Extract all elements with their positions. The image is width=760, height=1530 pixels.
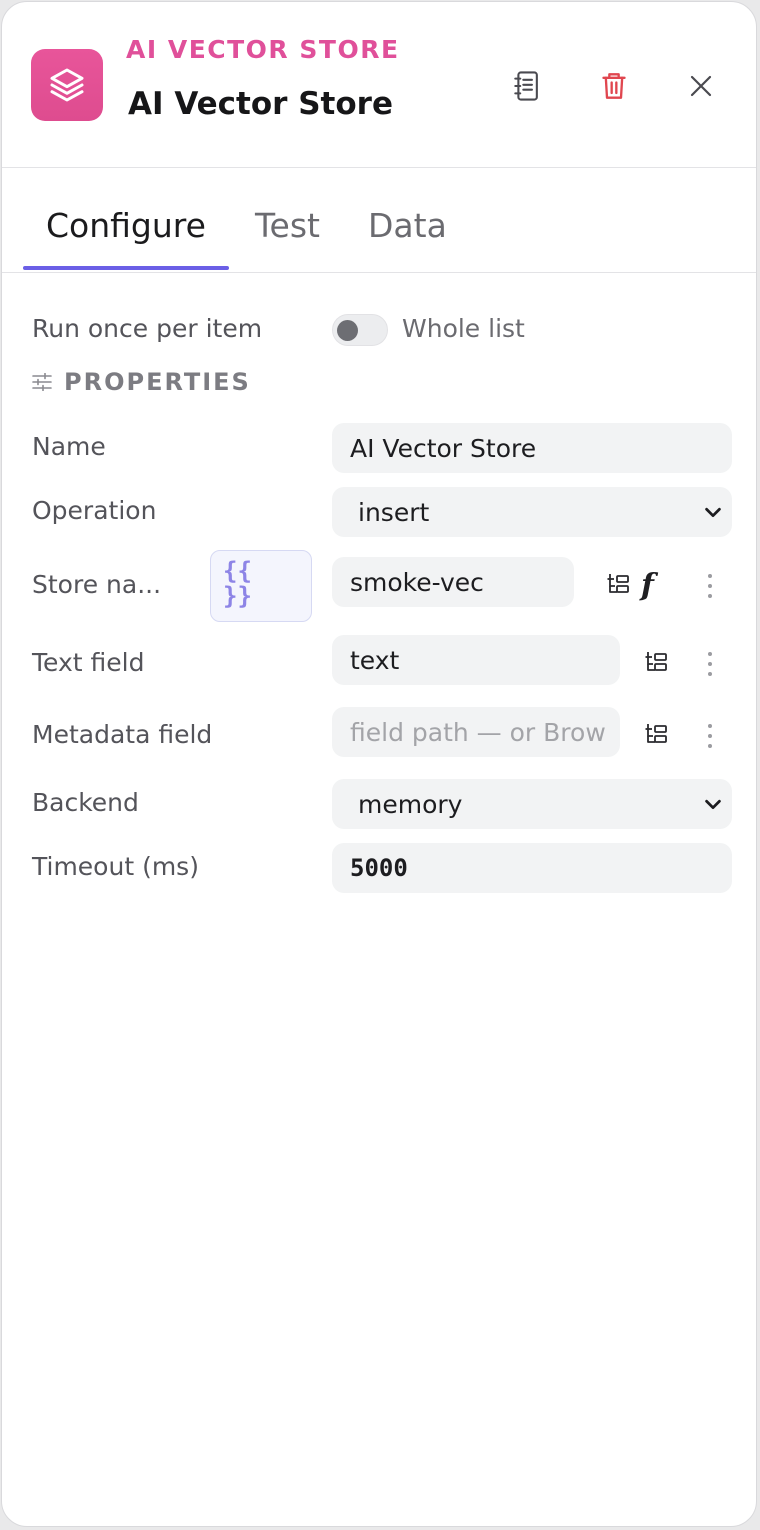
store-name-input[interactable]: smoke-vec <box>332 557 574 607</box>
sliders-icon <box>32 373 52 391</box>
tree-icon <box>607 574 629 593</box>
operation-select[interactable]: insert <box>332 487 732 537</box>
tab-test[interactable]: Test <box>255 206 320 245</box>
browse-fields-button[interactable] <box>642 719 672 749</box>
close-icon <box>690 75 712 97</box>
store-name-label: Store na... <box>32 570 162 599</box>
backend-select[interactable]: memory <box>332 779 732 829</box>
backend-value: memory <box>358 789 463 819</box>
trash-icon <box>602 73 626 99</box>
browse-fields-button[interactable] <box>642 647 672 677</box>
properties-heading: PROPERTIES <box>32 368 251 396</box>
tree-icon <box>645 724 667 743</box>
layers-icon <box>31 49 103 121</box>
docs-icon <box>514 71 538 101</box>
whole-list-toggle[interactable] <box>332 314 388 346</box>
tab-configure[interactable]: Configure <box>46 206 206 245</box>
tab-bar: Configure Test Data <box>2 168 756 273</box>
text-field-input[interactable]: text <box>332 635 620 685</box>
properties-heading-text: PROPERTIES <box>64 368 251 396</box>
expression-toggle-button[interactable]: {{ }} <box>210 550 312 622</box>
active-tab-indicator <box>23 266 229 270</box>
tab-data[interactable]: Data <box>368 206 447 245</box>
node-title: AI Vector Store <box>128 86 393 122</box>
metadata-field-input[interactable]: field path — or Brow <box>332 707 620 757</box>
node-type-label: AI VECTOR STORE <box>126 35 400 64</box>
text-field-more-button[interactable] <box>704 649 716 679</box>
expression-brace-open: {{ <box>223 557 252 585</box>
name-input[interactable]: AI Vector Store <box>332 423 732 473</box>
chevron-down-icon <box>705 507 721 518</box>
delete-button[interactable] <box>592 64 636 108</box>
store-name-more-button[interactable] <box>704 571 716 601</box>
expression-brace-close: }} <box>223 582 252 610</box>
tree-icon <box>645 652 667 671</box>
backend-label: Backend <box>32 788 139 817</box>
timeout-label: Timeout (ms) <box>32 852 199 881</box>
name-label: Name <box>32 432 106 461</box>
whole-list-label: Whole list <box>402 314 525 343</box>
close-button[interactable] <box>679 64 723 108</box>
chevron-down-icon <box>705 799 721 810</box>
text-field-label: Text field <box>32 648 145 677</box>
metadata-field-label: Metadata field <box>32 720 213 749</box>
panel-header: AI VECTOR STORE AI Vector Store <box>2 2 756 168</box>
docs-button[interactable] <box>505 64 549 108</box>
metadata-field-more-button[interactable] <box>704 721 716 751</box>
operation-label: Operation <box>32 496 157 525</box>
timeout-input[interactable]: 5000 <box>332 843 732 893</box>
function-button[interactable]: f <box>641 568 654 603</box>
run-mode-label: Run once per item <box>32 314 263 343</box>
toggle-knob <box>337 320 358 341</box>
browse-fields-button[interactable] <box>604 569 634 599</box>
node-config-panel: AI VECTOR STORE AI Vector Store Configur… <box>1 1 757 1527</box>
operation-value: insert <box>358 497 430 527</box>
